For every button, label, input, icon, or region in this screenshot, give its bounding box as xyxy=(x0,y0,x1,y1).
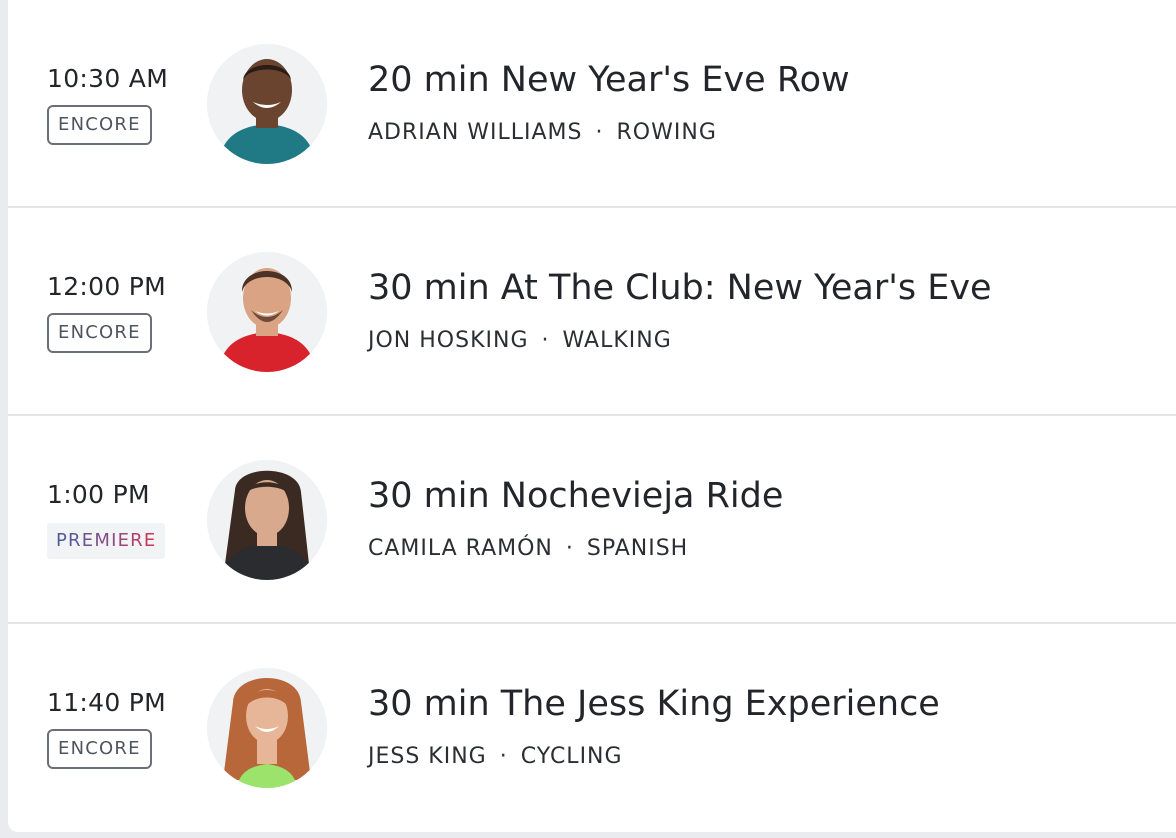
instructor-avatar[interactable] xyxy=(207,460,327,580)
class-title[interactable]: 30 min The Jess King Experience xyxy=(368,684,940,724)
instructor-name[interactable]: CAMILA RAMÓN xyxy=(368,536,553,561)
class-time: 12:00 PM xyxy=(47,272,167,301)
meta-separator: · xyxy=(565,536,574,561)
instructor-avatar[interactable] xyxy=(207,252,327,372)
class-meta: ADRIAN WILLIAMS · ROWING xyxy=(368,120,717,145)
meta-separator: · xyxy=(595,120,604,145)
class-title[interactable]: 30 min Nochevieja Ride xyxy=(368,476,783,516)
class-time: 11:40 PM xyxy=(47,688,167,717)
class-category: WALKING xyxy=(562,328,672,353)
class-time: 10:30 AM xyxy=(47,64,169,93)
encore-badge: ENCORE xyxy=(47,105,152,145)
class-row[interactable]: 11:40 PM ENCORE 30 min The Jess King Exp… xyxy=(8,624,1176,836)
class-row[interactable]: 10:30 AM ENCORE 20 min New Year's Eve Ro… xyxy=(8,0,1176,208)
instructor-photo xyxy=(207,252,327,372)
class-category: ROWING xyxy=(616,120,717,145)
class-meta: JESS KING · CYCLING xyxy=(368,744,623,769)
encore-badge: ENCORE xyxy=(47,729,152,769)
instructor-photo xyxy=(207,460,327,580)
meta-separator: · xyxy=(541,328,550,353)
class-category: SPANISH xyxy=(586,536,689,561)
class-category: CYCLING xyxy=(520,744,623,769)
instructor-name[interactable]: JON HOSKING xyxy=(368,328,529,353)
class-title[interactable]: 30 min At The Club: New Year's Eve xyxy=(368,268,992,308)
class-time: 1:00 PM xyxy=(47,480,150,509)
instructor-photo xyxy=(207,44,327,164)
premiere-badge: PREMIERE xyxy=(47,523,166,559)
instructor-avatar[interactable] xyxy=(207,44,327,164)
encore-badge: ENCORE xyxy=(47,313,152,353)
class-row[interactable]: 12:00 PM ENCORE 30 min At The Club: New … xyxy=(8,208,1176,416)
class-meta: JON HOSKING · WALKING xyxy=(368,328,672,353)
meta-separator: · xyxy=(499,744,508,769)
class-schedule-list: 10:30 AM ENCORE 20 min New Year's Eve Ro… xyxy=(8,0,1176,832)
premiere-badge-label: PREMIERE xyxy=(56,530,157,551)
class-row[interactable]: 1:00 PM PREMIERE 30 min Nochevieja Ride … xyxy=(8,416,1176,624)
class-meta: CAMILA RAMÓN · SPANISH xyxy=(368,536,688,561)
instructor-avatar[interactable] xyxy=(207,668,327,788)
instructor-name[interactable]: ADRIAN WILLIAMS xyxy=(368,120,583,145)
instructor-photo xyxy=(207,668,327,788)
instructor-name[interactable]: JESS KING xyxy=(368,744,487,769)
class-title[interactable]: 20 min New Year's Eve Row xyxy=(368,60,850,100)
